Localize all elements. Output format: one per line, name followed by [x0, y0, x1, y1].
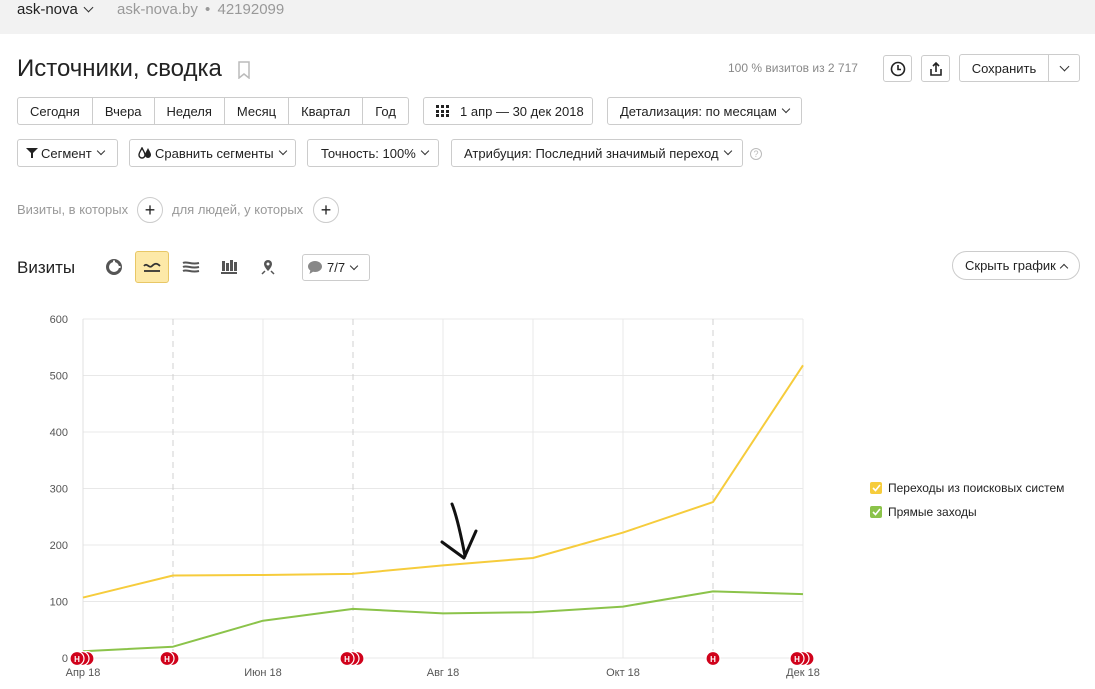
save-button-group: Сохранить — [959, 54, 1080, 82]
help-icon[interactable]: ? — [750, 148, 762, 160]
hide-chart-label: Скрыть график — [965, 258, 1056, 273]
y-tick-label: 100 — [50, 597, 68, 609]
note-marker-letter: Н — [74, 655, 80, 664]
page-title: Источники, сводка — [17, 55, 222, 82]
period-month[interactable]: Месяц — [225, 98, 290, 124]
visits-info: 100 % визитов из 2 717 — [728, 61, 858, 75]
x-tick-label: Дек 18 — [786, 667, 820, 679]
date-range-button[interactable]: 1 апр — 30 дек 2018 — [423, 97, 593, 125]
y-tick-label: 0 — [62, 653, 68, 665]
note-marker-letter: Н — [164, 655, 170, 664]
segment-label: Сегмент — [41, 145, 92, 161]
chevron-down-icon — [420, 146, 430, 156]
people-condition-label: для людей, у которых — [172, 202, 304, 217]
period-today[interactable]: Сегодня — [18, 98, 93, 124]
x-tick-label: Апр 18 — [66, 667, 101, 679]
add-people-condition-button[interactable]: + — [313, 197, 339, 223]
detalization-dropdown[interactable]: Детализация: по месяцам — [607, 97, 802, 125]
period-yesterday[interactable]: Вчера — [93, 98, 155, 124]
counter-id: 42192099 — [217, 1, 285, 18]
chart-type-pie[interactable] — [97, 251, 131, 283]
y-tick-label: 200 — [50, 540, 68, 552]
x-tick-label: Авг 18 — [427, 667, 459, 679]
visits-line-chart: 0 100 200 300 400 500 600 Апр 18 Июн 18 Авг 18 Окт… — [50, 314, 820, 679]
chevron-down-icon — [83, 2, 94, 13]
counter-domain: ask-nova.by • 42192099 — [117, 1, 284, 18]
period-quarter[interactable]: Квартал — [289, 98, 364, 124]
pie-chart-icon — [106, 259, 122, 275]
period-year[interactable]: Год — [363, 98, 408, 124]
chevron-down-icon — [278, 146, 287, 156]
visits-condition-label: Визиты, в которых — [17, 202, 129, 217]
note-marker-letter: Н — [710, 655, 716, 664]
y-tick-label: 300 — [50, 484, 68, 496]
legend-item-direct[interactable]: Прямые заходы — [870, 505, 1064, 519]
export-button[interactable] — [921, 55, 950, 82]
chevron-down-icon — [723, 146, 732, 156]
legend-label-search: Переходы из поисковых систем — [888, 481, 1065, 495]
bookmark-icon[interactable] — [237, 61, 251, 79]
chevron-down-icon — [781, 104, 791, 114]
x-tick-label: Окт 18 — [606, 667, 640, 679]
export-icon — [929, 61, 942, 76]
note-marker-letter: Н — [794, 655, 800, 664]
period-selector: Сегодня Вчера Неделя Месяц Квартал Год — [17, 97, 409, 125]
legend-label-direct: Прямые заходы — [888, 505, 977, 519]
detalization-text: Детализация: по месяцам — [620, 103, 777, 119]
hide-chart-button[interactable]: Скрыть график — [952, 251, 1080, 280]
counter-selector[interactable]: ask-nova — [17, 1, 94, 18]
period-week[interactable]: Неделя — [155, 98, 225, 124]
calendar-icon — [436, 105, 449, 117]
y-tick-label: 500 — [50, 371, 68, 383]
legend-swatch-search — [870, 482, 882, 494]
segment-button[interactable]: Сегмент — [17, 139, 118, 167]
legend-swatch-direct — [870, 506, 882, 518]
chart-type-area[interactable] — [174, 251, 208, 283]
attribution-dropdown[interactable]: Атрибуция: Последний значимый переход — [451, 139, 743, 167]
counter-name: ask-nova — [17, 1, 78, 18]
check-icon — [871, 484, 881, 492]
chart-legend: Переходы из поисковых систем Прямые захо… — [870, 481, 1064, 529]
x-tick-label: Июн 18 — [244, 667, 282, 679]
y-tick-label: 400 — [50, 427, 68, 439]
chevron-down-icon — [349, 261, 359, 270]
legend-item-search[interactable]: Переходы из поисковых систем — [870, 481, 1064, 495]
clock-icon — [890, 61, 905, 76]
compare-label: Сравнить сегменты — [155, 145, 274, 161]
top-bar: ask-nova ask-nova.by • 42192099 — [0, 0, 1095, 34]
bar-chart-icon — [221, 260, 237, 274]
notes-dropdown[interactable]: 7/7 — [302, 254, 370, 281]
chart-type-line[interactable] — [135, 251, 169, 283]
compare-segments-button[interactable]: Сравнить сегменты — [129, 139, 296, 167]
map-icon — [261, 260, 275, 275]
date-range-text: 1 апр — 30 дек 2018 — [460, 103, 584, 119]
attribution-label: Атрибуция: Последний значимый переход — [464, 145, 719, 161]
save-dropdown-button[interactable] — [1049, 55, 1079, 81]
chart-type-bar[interactable] — [212, 251, 246, 283]
notes-count: 7/7 — [327, 260, 346, 275]
comment-icon — [308, 261, 322, 274]
line-chart-icon — [143, 262, 161, 272]
chevron-down-icon — [1059, 61, 1069, 71]
filter-icon — [26, 148, 38, 158]
add-visit-condition-button[interactable]: + — [137, 197, 163, 223]
accuracy-label: Точность: 100% — [321, 145, 416, 161]
area-chart-icon — [182, 261, 200, 273]
drops-icon — [138, 147, 151, 159]
chevron-down-icon — [96, 146, 105, 156]
chevron-up-icon — [1059, 263, 1069, 272]
domain-text: ask-nova.by — [117, 1, 198, 18]
separator: • — [205, 1, 211, 18]
y-tick-label: 600 — [50, 314, 68, 326]
save-button[interactable]: Сохранить — [960, 55, 1049, 81]
chart-section-title: Визиты — [17, 258, 76, 277]
check-icon — [871, 508, 881, 516]
history-button[interactable] — [883, 55, 912, 82]
note-marker-letter: Н — [344, 655, 350, 664]
chart-type-map[interactable] — [251, 251, 285, 283]
accuracy-dropdown[interactable]: Точность: 100% — [307, 139, 439, 167]
annotation-arrow-shaft — [450, 502, 467, 558]
